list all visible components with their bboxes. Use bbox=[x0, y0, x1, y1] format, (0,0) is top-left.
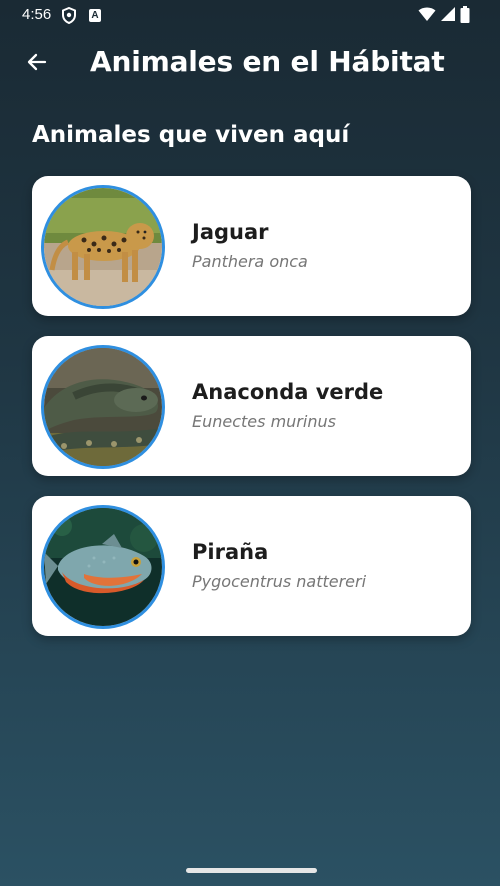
gesture-nav-handle[interactable] bbox=[186, 868, 317, 873]
animal-scientific-name: Pygocentrus nattereri bbox=[192, 572, 367, 591]
animal-card-jaguar[interactable]: Jaguar Panthera onca bbox=[32, 176, 471, 316]
status-time: 4:56 bbox=[22, 6, 52, 23]
animal-name: Jaguar bbox=[192, 220, 269, 244]
signal-icon bbox=[440, 6, 456, 26]
animal-card-piranha[interactable]: Piraña Pygocentrus nattereri bbox=[32, 496, 471, 636]
shield-icon bbox=[61, 6, 77, 25]
animal-name: Anaconda verde bbox=[192, 380, 384, 404]
page-title: Animales en el Hábitat bbox=[90, 45, 445, 78]
section-title: Animales que viven aquí bbox=[32, 122, 350, 148]
animal-scientific-name: Eunectes murinus bbox=[192, 412, 336, 431]
wifi-icon bbox=[418, 6, 436, 26]
piranha-photo bbox=[41, 505, 165, 629]
status-bar: 4:56 A bbox=[0, 0, 500, 32]
a-notification-icon: A bbox=[89, 9, 101, 22]
jaguar-photo bbox=[41, 185, 165, 309]
animal-list: Jaguar Panthera onca Anaconda verde Eune… bbox=[32, 176, 471, 656]
battery-icon bbox=[460, 5, 470, 27]
anaconda-photo bbox=[41, 345, 165, 469]
animal-scientific-name: Panthera onca bbox=[192, 252, 308, 271]
app-bar: Animales en el Hábitat bbox=[0, 32, 500, 96]
animal-name: Piraña bbox=[192, 540, 269, 564]
arrow-left-icon bbox=[25, 50, 49, 78]
animal-card-anaconda[interactable]: Anaconda verde Eunectes murinus bbox=[32, 336, 471, 476]
back-button[interactable] bbox=[18, 46, 56, 82]
status-right-icons bbox=[418, 5, 470, 27]
